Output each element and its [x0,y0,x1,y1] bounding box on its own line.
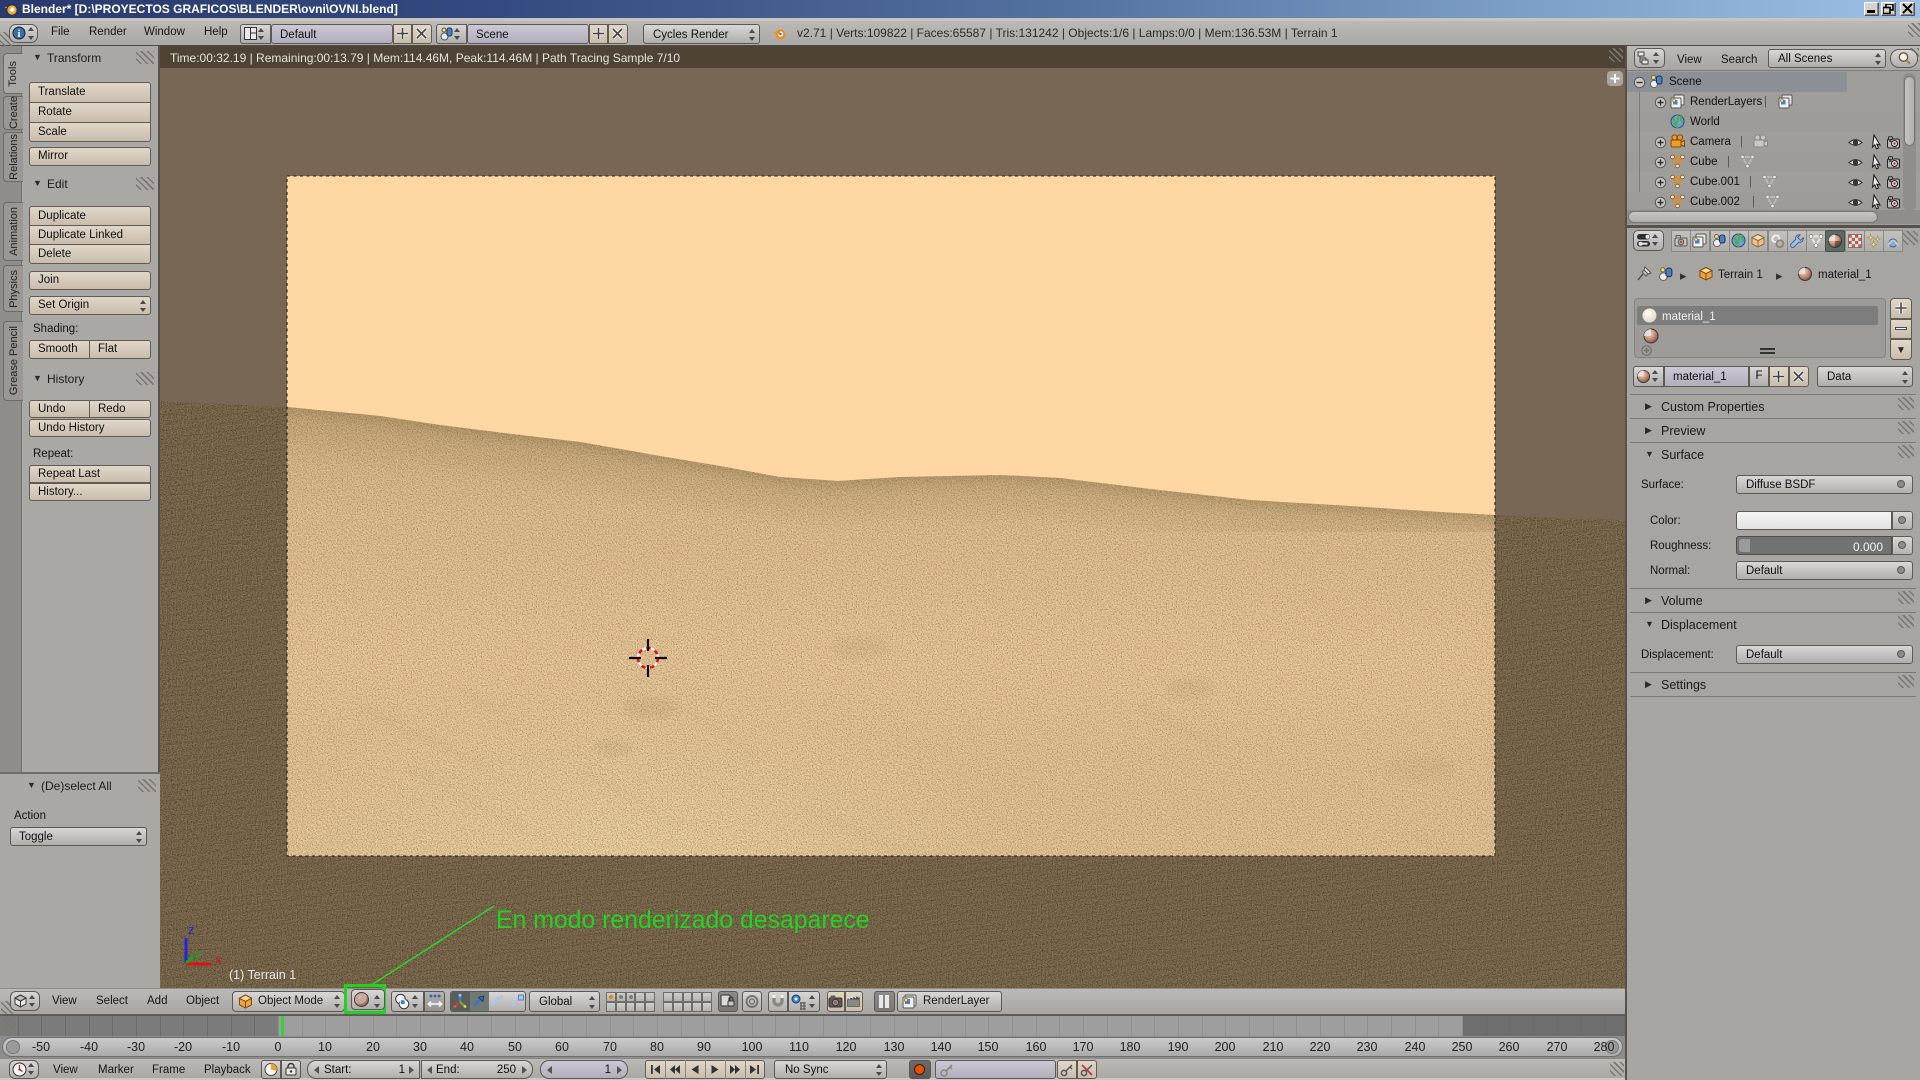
svg-text:(1) Terrain 1: (1) Terrain 1 [229,968,296,982]
svg-text:y: y [194,946,201,961]
svg-text:x: x [215,952,222,967]
svg-text:i: i [18,29,21,40]
svg-text:z: z [188,922,195,937]
